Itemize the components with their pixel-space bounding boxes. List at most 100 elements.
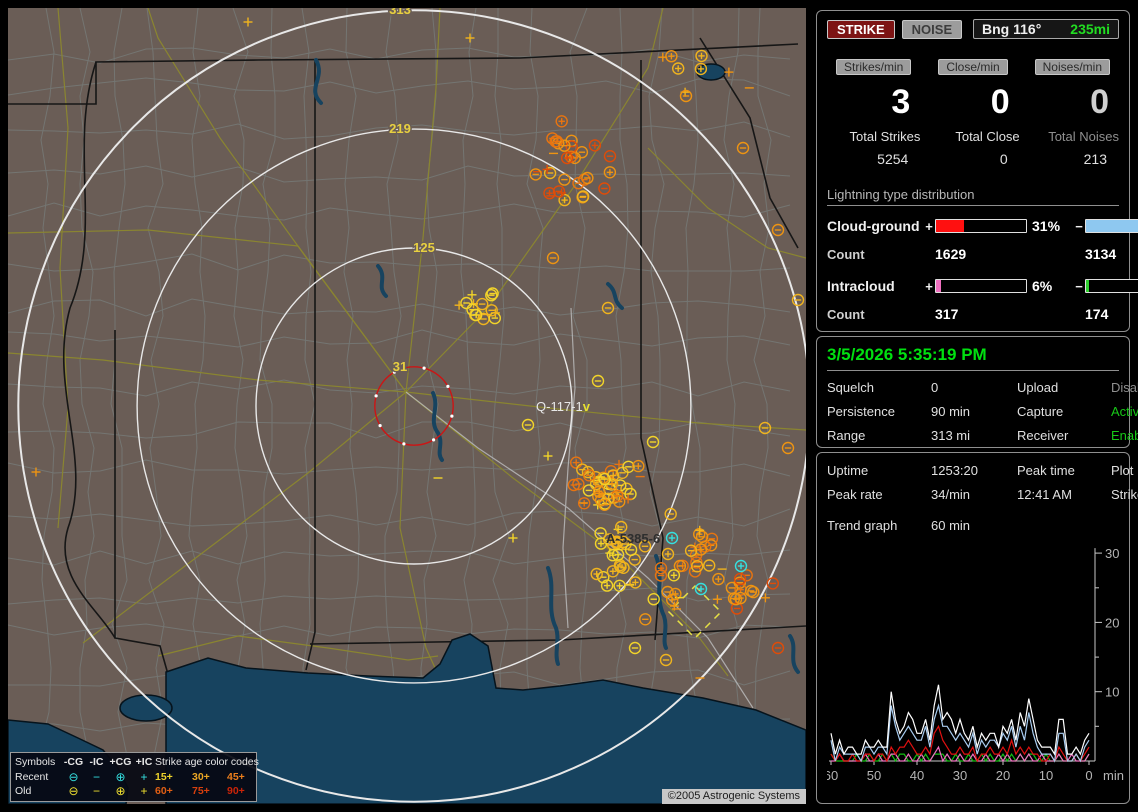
intracloud-row: Intracloud + 6% − 3% xyxy=(827,278,1119,294)
cg-neg-count: 3134 xyxy=(1085,246,1138,262)
map-legend: Symbols -CG -IC +CG +IC Strike age color… xyxy=(10,752,257,802)
x-axis-unit: min xyxy=(1103,768,1124,783)
total-close-value: 0 xyxy=(1000,151,1008,167)
distribution-title: Lightning type distribution xyxy=(827,187,1119,206)
legend-row-old-label: Old xyxy=(15,784,62,799)
legend-col-neg-cg: -CG xyxy=(62,755,85,770)
ring-dot xyxy=(432,438,435,441)
legend-age-60: 60+ xyxy=(155,784,192,799)
range-label: Range xyxy=(827,428,931,443)
x-tick-label: 40 xyxy=(910,768,924,783)
cg-pos-bar xyxy=(935,219,1027,233)
noise-button[interactable]: NOISE xyxy=(902,20,962,39)
storm-cell-label: Q-117-1v xyxy=(536,399,591,414)
legend-col-pos-ic: +IC xyxy=(133,755,155,770)
legend-col-pos-cg: +CG xyxy=(108,755,133,770)
persistence-label: Persistence xyxy=(827,404,931,419)
plus-icon: + xyxy=(133,784,155,799)
cg-pos-pct: 31% xyxy=(1027,218,1073,234)
trend-series-cg-pos xyxy=(831,726,1089,761)
count-label: Count xyxy=(827,247,923,262)
capture-label: Capture xyxy=(1017,404,1111,419)
ring-dot xyxy=(446,385,449,388)
cg-neg-bar xyxy=(1085,219,1138,233)
cloud-ground-row: Cloud-ground + 31% − 60% xyxy=(827,218,1119,234)
bearing-distance: 235mi xyxy=(1070,21,1110,37)
noises-per-min-badge[interactable]: Noises/min xyxy=(1035,59,1110,75)
strike-button[interactable]: STRIKE xyxy=(827,20,895,39)
status-row: Persistence 90 min Capture Active xyxy=(827,404,1119,419)
ic-pos-pct: 6% xyxy=(1027,278,1073,294)
bearing-value: Bng 116° xyxy=(982,21,1041,37)
ring-label-313: 313 xyxy=(389,8,411,17)
datetime-display: 3/5/2026 5:35:19 PM xyxy=(827,345,1119,371)
trend-graph-label: Trend graph xyxy=(827,518,931,533)
ring-dot xyxy=(450,415,453,418)
ring-dot xyxy=(375,394,378,397)
panel-stats-section: STRIKE NOISE Bng 116° 235mi Strikes/min … xyxy=(816,10,1130,332)
capture-status: Active xyxy=(1111,404,1138,419)
intracloud-count-row: Count 317 174 xyxy=(827,306,1119,322)
trend-series-total xyxy=(831,685,1089,754)
count-label: Count xyxy=(827,307,923,322)
lightning-map[interactable]: 313 219 125 31 Q-117-1v A-5385-6 Symbols -CG … xyxy=(8,8,806,804)
close-per-min-value: 0 xyxy=(991,81,1010,123)
x-tick-label: 0 xyxy=(1085,768,1092,783)
close-per-min-column: Close/min 0 Total Close 0 xyxy=(926,59,1019,167)
storm-cell-label: A-5385-6 xyxy=(606,531,660,546)
copyright-text: ©2005 Astrogenic Systems xyxy=(662,789,806,804)
legend-row-recent-label: Recent xyxy=(15,770,62,785)
info-row: Uptime 1253:20 Peak time Plot xyxy=(827,463,1119,478)
ring-dot xyxy=(402,442,405,445)
legend-age-15: 15+ xyxy=(155,770,192,785)
ring-label-31: 31 xyxy=(393,359,407,374)
trend-graph-row: Trend graph 60 min xyxy=(827,518,1119,533)
minus-sign: − xyxy=(1073,219,1085,234)
cg-pos-count: 1629 xyxy=(935,246,1027,262)
y-tick-label: 30 xyxy=(1105,546,1119,561)
ring-dot xyxy=(423,367,426,370)
ic-neg-count: 174 xyxy=(1085,306,1138,322)
upload-label: Upload xyxy=(1017,380,1111,395)
minus-icon: − xyxy=(85,784,108,799)
legend-age-45: 45+ xyxy=(227,770,262,785)
peak-time-value: 12:41 AM xyxy=(1017,487,1111,502)
total-close-label: Total Close xyxy=(955,129,1019,144)
panel-trend-section: Uptime 1253:20 Peak time Plot Peak rate … xyxy=(816,452,1130,804)
total-strikes-label: Total Strikes xyxy=(850,129,921,144)
persistence-value: 90 min xyxy=(931,404,1017,419)
uptime-label: Uptime xyxy=(827,463,931,478)
legend-symbols-header: Symbols xyxy=(15,755,62,770)
plot-mode-value: Strike xyxy=(1111,487,1138,502)
ring-dot xyxy=(379,424,382,427)
close-per-min-badge[interactable]: Close/min xyxy=(938,59,1007,75)
total-noises-label: Total Noises xyxy=(1048,129,1119,144)
peak-rate-value: 34/min xyxy=(931,487,1017,502)
peak-time-label: Peak time xyxy=(1017,463,1111,478)
x-tick-label: 30 xyxy=(953,768,967,783)
panel-status-section: 3/5/2026 5:35:19 PM Squelch 0 Upload Dis… xyxy=(816,336,1130,448)
plus-icon: + xyxy=(133,770,155,785)
minus-icon: − xyxy=(85,770,108,785)
map-canvas: 313 219 125 31 Q-117-1v A-5385-6 xyxy=(8,8,806,804)
strikes-per-min-value: 3 xyxy=(891,81,910,123)
uptime-value: 1253:20 xyxy=(931,463,1017,478)
trend-graph-window: 60 min xyxy=(931,518,1119,533)
ring-label-125: 125 xyxy=(413,240,435,255)
circle-minus-icon: ⊖ xyxy=(62,770,85,785)
status-row: Range 313 mi Receiver Enabled xyxy=(827,428,1119,443)
y-tick-label: 10 xyxy=(1105,685,1119,700)
ring-label-219: 219 xyxy=(389,121,411,136)
squelch-label: Squelch xyxy=(827,380,931,395)
circle-plus-icon: ⊕ xyxy=(108,770,133,785)
total-noises-value: 213 xyxy=(1084,151,1107,167)
legend-age-75: 75+ xyxy=(192,784,227,799)
trend-series-cg-neg xyxy=(831,706,1089,761)
plus-sign: + xyxy=(923,219,935,234)
ic-pos-count: 317 xyxy=(935,306,1027,322)
x-tick-label: 10 xyxy=(1039,768,1053,783)
y-tick-label: 20 xyxy=(1105,615,1119,630)
strikes-per-min-badge[interactable]: Strikes/min xyxy=(836,59,911,75)
peak-rate-label: Peak rate xyxy=(827,487,931,502)
circle-minus-icon: ⊖ xyxy=(62,784,85,799)
